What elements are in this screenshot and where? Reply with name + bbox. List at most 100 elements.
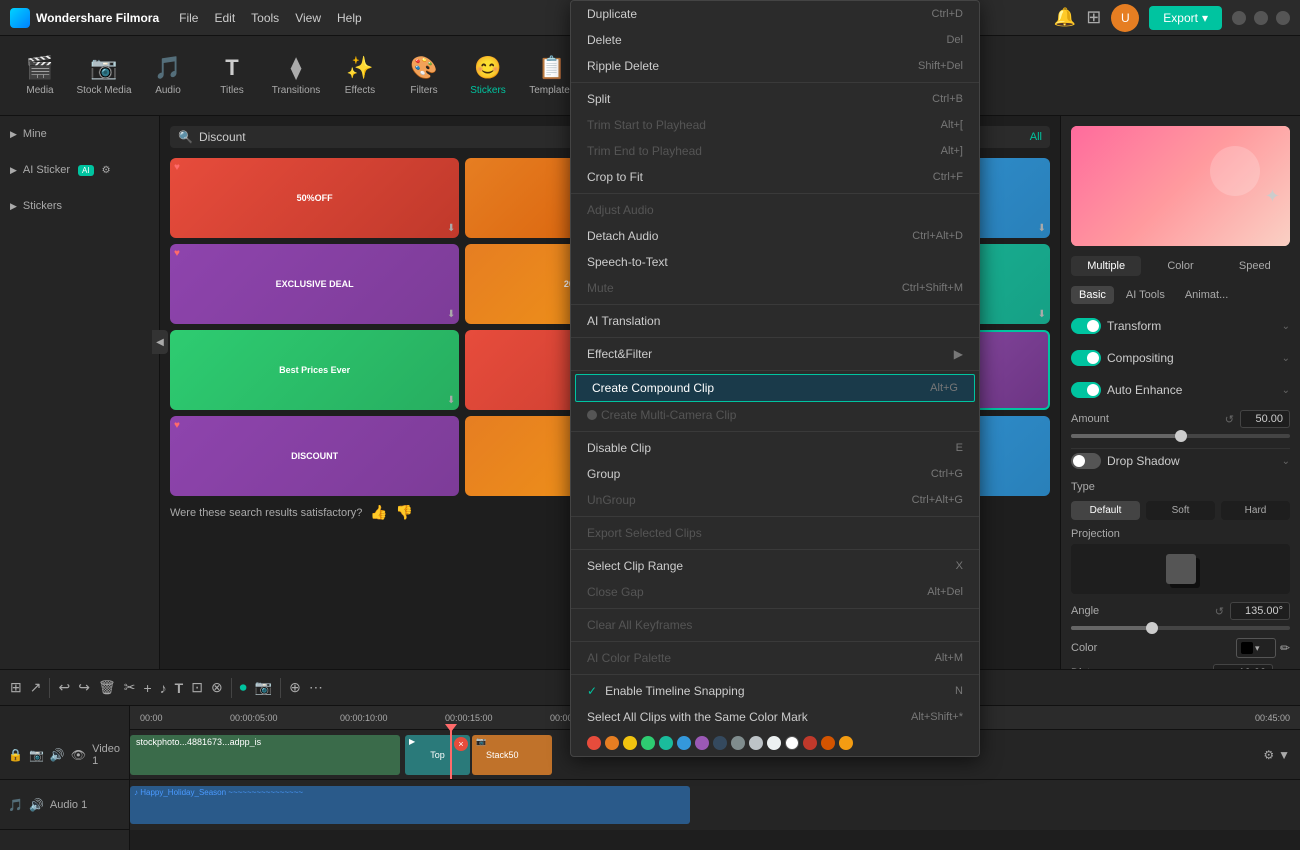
timeline-camera-icon[interactable]: 📷: [255, 679, 272, 696]
tab-speed[interactable]: Speed: [1220, 256, 1290, 276]
compositing-toggle[interactable]: [1071, 350, 1101, 366]
video-clip-main[interactable]: stockphoto...4881673...adpp_is: [130, 735, 400, 775]
drop-shadow-toggle[interactable]: [1071, 453, 1101, 469]
amount-reset-icon[interactable]: ↺: [1225, 413, 1234, 426]
type-soft-button[interactable]: Soft: [1146, 501, 1215, 520]
sticker-item[interactable]: Best Prices Ever ⬇: [170, 330, 459, 410]
cm-ripple-delete[interactable]: Ripple Delete Shift+Del: [571, 53, 979, 79]
color-dot-white[interactable]: [785, 736, 799, 750]
cm-delete[interactable]: Delete Del: [571, 27, 979, 53]
timeline-text-icon[interactable]: T: [175, 680, 184, 696]
color-dot-gray[interactable]: [731, 736, 745, 750]
tool-stock-media[interactable]: 📷 Stock Media: [74, 41, 134, 111]
subtab-animat[interactable]: Animat...: [1177, 286, 1236, 304]
color-dot-blue[interactable]: [677, 736, 691, 750]
timeline-add-icon[interactable]: +: [143, 680, 151, 696]
menu-view[interactable]: View: [295, 11, 321, 25]
cm-disable-clip[interactable]: Disable Clip E: [571, 435, 979, 461]
timeline-more-icon[interactable]: ⋯: [309, 679, 323, 696]
cm-ai-translation[interactable]: AI Translation: [571, 308, 979, 334]
distance-reset-icon[interactable]: ↺: [1198, 667, 1207, 670]
cm-split[interactable]: Split Ctrl+B: [571, 86, 979, 112]
tool-stickers[interactable]: 😊 Stickers: [458, 41, 518, 111]
cm-select-clip-range[interactable]: Select Clip Range X: [571, 553, 979, 579]
sticker-item[interactable]: ♥ 50%OFF ⬇: [170, 158, 459, 238]
cm-duplicate[interactable]: Duplicate Ctrl+D: [571, 1, 979, 27]
color-selector[interactable]: ▾: [1236, 638, 1276, 658]
menu-tools[interactable]: Tools: [251, 11, 279, 25]
delete-clip-icon[interactable]: ×: [454, 737, 468, 751]
sticker-download-icon[interactable]: ⬇: [447, 309, 455, 320]
amount-input[interactable]: [1240, 410, 1290, 428]
tool-effects[interactable]: ✨ Effects: [330, 41, 390, 111]
transform-toggle[interactable]: [1071, 318, 1101, 334]
timeline-layers-icon[interactable]: ⊕: [289, 679, 301, 696]
auto-enhance-toggle[interactable]: [1071, 382, 1101, 398]
sidebar-collapse-button[interactable]: ◀: [160, 330, 168, 354]
timeline-resize-icon[interactable]: ⊡: [191, 679, 203, 696]
transform-expand-icon[interactable]: ⌄: [1282, 321, 1290, 332]
sticker-download-icon[interactable]: ⬇: [1038, 309, 1046, 320]
tab-color[interactable]: Color: [1145, 256, 1215, 276]
cm-select-same-color[interactable]: Select All Clips with the Same Color Mar…: [571, 704, 979, 730]
distance-input[interactable]: [1213, 664, 1273, 669]
ai-sticker-settings-icon[interactable]: ⚙: [102, 165, 111, 176]
type-default-button[interactable]: Default: [1071, 501, 1140, 520]
type-hard-button[interactable]: Hard: [1221, 501, 1290, 520]
tool-transitions[interactable]: ⧫ Transitions: [266, 41, 326, 111]
menu-file[interactable]: File: [179, 11, 198, 25]
color-picker-icon[interactable]: ✏: [1280, 641, 1290, 655]
track-eye-icon[interactable]: 👁: [71, 748, 86, 762]
audio1-track[interactable]: ♪ Happy_Holiday_Season ~~~~~~~~~~~~~~~~: [130, 780, 1300, 830]
tool-filters[interactable]: 🎨 Filters: [394, 41, 454, 111]
color-dot-darkred[interactable]: [803, 736, 817, 750]
sticker-item[interactable]: ♥ DISCOUNT: [170, 416, 459, 496]
cm-group[interactable]: Group Ctrl+G: [571, 461, 979, 487]
angle-input[interactable]: [1230, 602, 1290, 620]
timeline-redo-icon[interactable]: ↪: [78, 679, 90, 696]
cm-crop-fit[interactable]: Crop to Fit Ctrl+F: [571, 164, 979, 190]
cm-create-compound[interactable]: Create Compound Clip Alt+G: [575, 374, 975, 402]
timeline-trash-icon[interactable]: 🗑: [98, 679, 116, 696]
color-dot-dark[interactable]: [713, 736, 727, 750]
sticker-item[interactable]: ♥ EXCLUSIVE DEAL ⬇: [170, 244, 459, 324]
menu-edit[interactable]: Edit: [214, 11, 235, 25]
timeline-record-icon[interactable]: ⏺: [240, 679, 247, 696]
teal-clip[interactable]: ▶ Top ×: [405, 735, 470, 775]
timeline-scissors-icon[interactable]: ✂: [124, 679, 136, 696]
timeline-cursor-icon[interactable]: ↗: [30, 679, 42, 696]
orange-clip[interactable]: 📷 Stack50: [472, 735, 552, 775]
audio-lock-icon[interactable]: 🎵: [8, 798, 23, 812]
timeline-magnet-icon[interactable]: ⊗: [211, 679, 223, 696]
track-lock-icon[interactable]: 🔒: [8, 748, 23, 762]
maximize-button[interactable]: [1254, 11, 1268, 25]
tool-media[interactable]: 🎬 Media: [10, 41, 70, 111]
sidebar-item-stickers[interactable]: ▶ Stickers: [10, 196, 149, 216]
sidebar-item-mine[interactable]: ▶ Mine: [10, 124, 149, 144]
color-dot-orange[interactable]: [605, 736, 619, 750]
sidebar-item-ai-sticker[interactable]: ▶ AI Sticker AI ⚙: [10, 160, 149, 180]
auto-enhance-expand-icon[interactable]: ⌄: [1282, 385, 1290, 396]
timeline-undo-icon[interactable]: ↩: [58, 679, 70, 696]
tool-audio[interactable]: 🎵 Audio: [138, 41, 198, 111]
cm-detach-audio[interactable]: Detach Audio Ctrl+Alt+D: [571, 223, 979, 249]
audio-mute2-icon[interactable]: 🔊: [29, 798, 44, 812]
color-dot-light[interactable]: [767, 736, 781, 750]
track-mute-icon[interactable]: 🔊: [50, 748, 65, 762]
timeline-music-icon[interactable]: ♪: [160, 680, 167, 696]
subtab-ai-tools[interactable]: AI Tools: [1118, 286, 1173, 304]
color-dot-darkorange[interactable]: [821, 736, 835, 750]
amount-slider[interactable]: [1071, 434, 1290, 438]
thumbs-up-button[interactable]: 👍: [370, 504, 387, 521]
tab-multiple[interactable]: Multiple: [1071, 256, 1141, 276]
avatar[interactable]: U: [1111, 4, 1139, 32]
cm-speech-to-text[interactable]: Speech-to-Text: [571, 249, 979, 275]
color-dot-green[interactable]: [641, 736, 655, 750]
angle-reset-icon[interactable]: ↺: [1215, 605, 1224, 618]
search-all-button[interactable]: All: [1030, 131, 1042, 143]
notifications-icon[interactable]: 🔔: [1054, 7, 1076, 28]
minimize-button[interactable]: [1232, 11, 1246, 25]
export-button[interactable]: Export ▾: [1149, 6, 1222, 30]
color-dot-purple[interactable]: [695, 736, 709, 750]
menu-help[interactable]: Help: [337, 11, 362, 25]
